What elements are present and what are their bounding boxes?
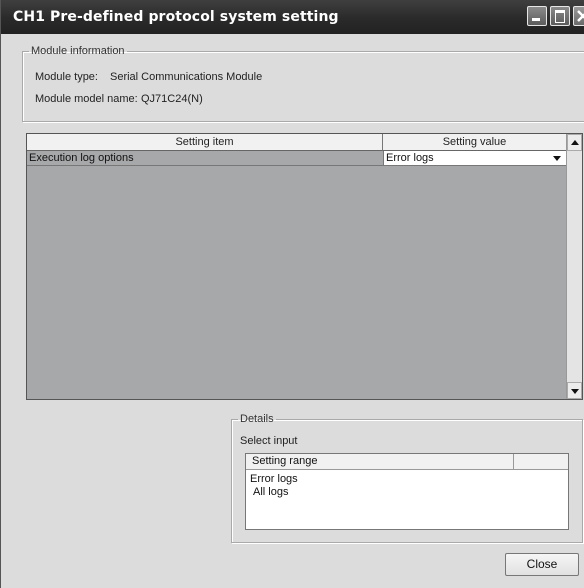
setting-range-column: Setting range [246, 454, 514, 469]
module-information-legend: Module information [31, 45, 125, 57]
close-button[interactable]: Close [505, 553, 579, 576]
title-bar[interactable]: CH1 Pre-defined protocol system setting [1, 0, 584, 34]
window-title: CH1 Pre-defined protocol system setting [13, 9, 339, 25]
setting-item-cell[interactable]: Execution log options [29, 151, 134, 165]
module-model-value: QJ71C24(N) [141, 93, 203, 105]
vertical-scrollbar[interactable] [566, 134, 582, 399]
close-window-icon[interactable] [573, 6, 584, 26]
table-row[interactable]: Execution log options Error logs [27, 151, 566, 166]
list-item[interactable]: Error logs [250, 473, 298, 486]
setting-value-select[interactable]: Error logs [383, 151, 566, 165]
scroll-up-icon[interactable] [567, 134, 582, 151]
select-input-label: Select input [240, 435, 298, 447]
module-type-label: Module type: [35, 71, 98, 83]
settings-table: Setting item Setting value Execution log… [26, 133, 583, 400]
dropdown-arrow-icon[interactable] [553, 156, 561, 161]
list-item[interactable]: All logs [253, 486, 288, 499]
module-type-value: Serial Communications Module [110, 71, 263, 83]
setting-value-text: Error logs [386, 152, 434, 164]
scroll-down-icon[interactable] [567, 382, 582, 399]
column-header-setting-value[interactable]: Setting value [383, 134, 566, 151]
setting-range-list[interactable]: Setting range Error logs All logs [245, 453, 569, 530]
module-information-group: Module information [22, 45, 584, 122]
setting-range-header: Setting range [246, 454, 568, 470]
details-legend: Details [240, 413, 274, 425]
maximize-icon[interactable] [550, 6, 570, 26]
dialog-window: CH1 Pre-defined protocol system setting … [0, 0, 584, 588]
module-model-label: Module model name: [35, 93, 138, 105]
column-header-setting-item[interactable]: Setting item [27, 134, 383, 151]
minimize-icon[interactable] [527, 6, 547, 26]
